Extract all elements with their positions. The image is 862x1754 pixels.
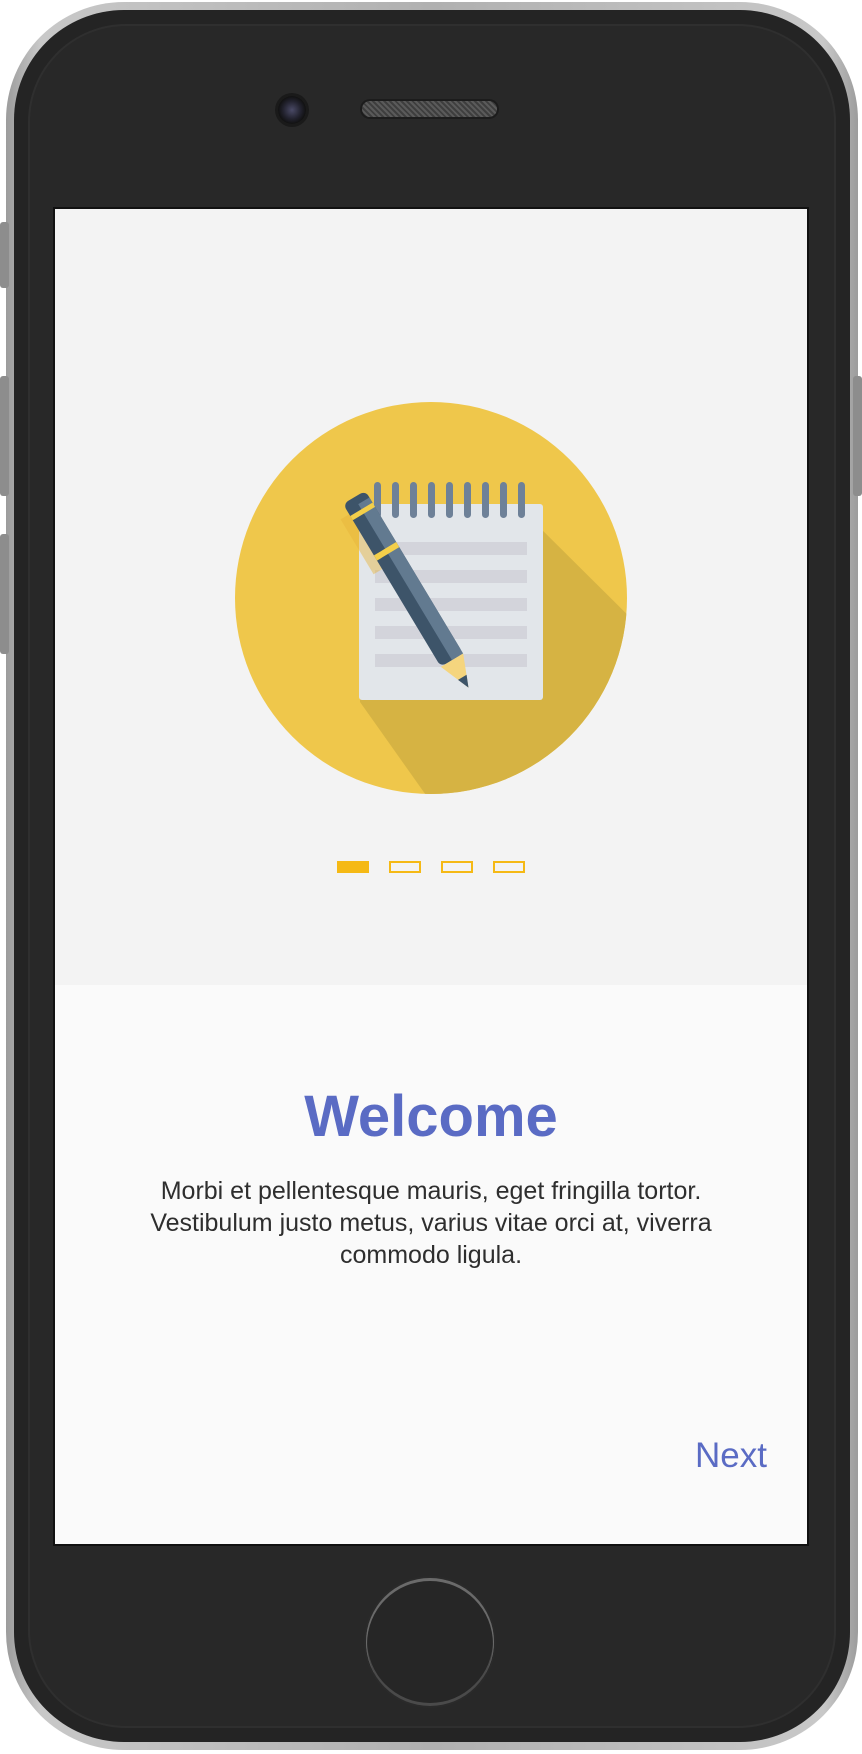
- onboarding-hero: [55, 209, 807, 985]
- front-camera: [278, 96, 306, 124]
- page-title: Welcome: [304, 1084, 558, 1149]
- power-button: [853, 376, 862, 496]
- notepad-pencil-icon: [235, 402, 627, 794]
- mute-switch: [0, 222, 9, 288]
- page-indicator-dot-1[interactable]: [337, 861, 369, 873]
- page-indicator-dot-2[interactable]: [389, 861, 421, 873]
- volume-down-button: [0, 534, 9, 654]
- page-indicator-dot-4[interactable]: [493, 861, 525, 873]
- next-button[interactable]: Next: [695, 1434, 767, 1478]
- home-button[interactable]: [366, 1578, 494, 1706]
- earpiece-speaker: [362, 101, 497, 117]
- app-screen: Welcome Morbi et pellentesque mauris, eg…: [53, 207, 809, 1546]
- page-indicator-dot-3[interactable]: [441, 861, 473, 873]
- page-indicator: [55, 861, 807, 875]
- description-text: Morbi et pellentesque mauris, eget fring…: [150, 1177, 712, 1269]
- volume-up-button: [0, 376, 9, 496]
